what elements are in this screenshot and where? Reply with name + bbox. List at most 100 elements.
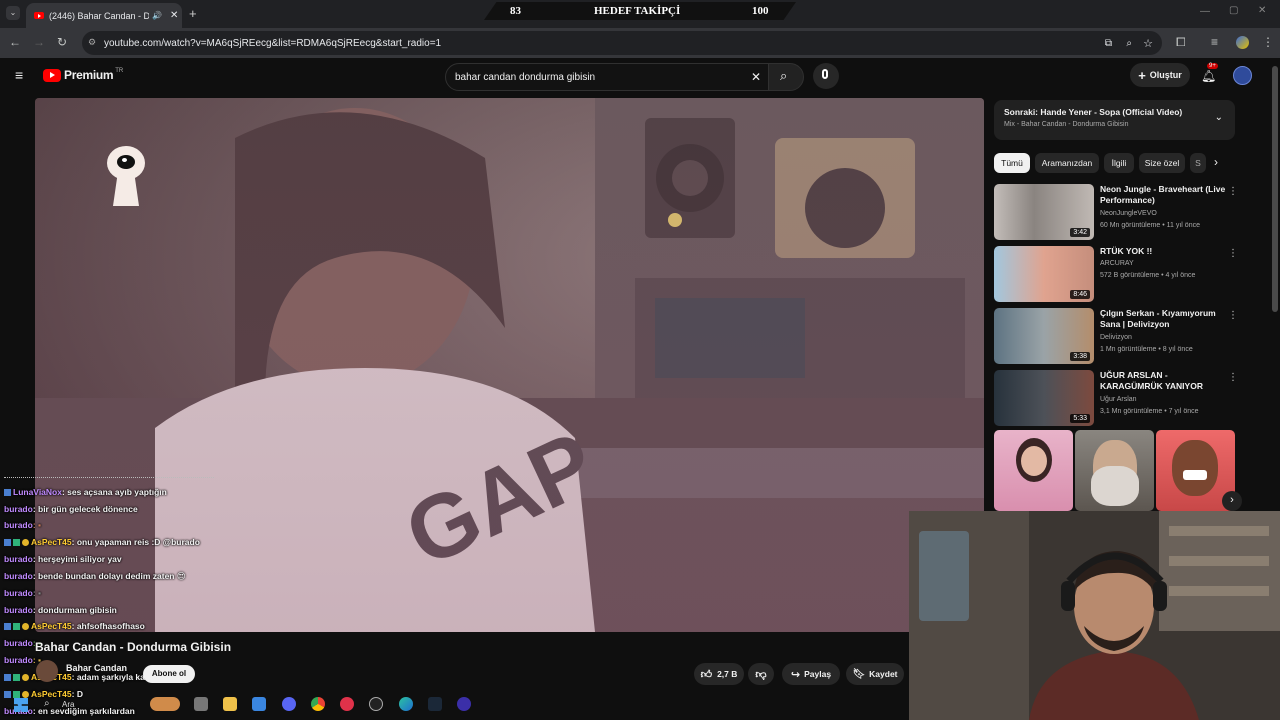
store-icon[interactable] — [252, 697, 266, 711]
thumbs-down-icon: 👎︎ — [755, 668, 767, 681]
forward-icon[interactable]: → — [33, 35, 45, 49]
account-avatar[interactable] — [1233, 66, 1252, 85]
video-title[interactable]: Çılgın Serkan - Kıyamıyorum Sana | Deliv… — [1100, 308, 1230, 330]
video-frame: GAP — [35, 98, 984, 632]
minimize-icon[interactable]: — — [1200, 6, 1210, 17]
chip-related[interactable]: İlgili — [1104, 153, 1134, 173]
more-options-icon[interactable]: ⋮ — [1228, 248, 1238, 259]
share-label: Paylaş — [804, 669, 832, 679]
tab-search-button[interactable]: ⌄ — [6, 6, 20, 20]
more-options-icon[interactable]: ⋮ — [1228, 186, 1238, 197]
discord-icon[interactable] — [282, 697, 296, 711]
channel-name[interactable]: ARCURAY — [1100, 260, 1134, 267]
chip-all[interactable]: Tümü — [994, 153, 1030, 173]
tab-title: (2446) Bahar Candan - Don — [49, 10, 149, 21]
bookmark-star-icon[interactable]: ☆ — [1143, 37, 1153, 50]
task-view-icon[interactable] — [194, 697, 208, 711]
windows-start-icon[interactable] — [14, 698, 28, 712]
tab-list-icon[interactable]: ≡ — [1211, 35, 1218, 49]
search-input[interactable]: bahar candan dondurma gibisin ✕ — [445, 63, 770, 91]
save-button[interactable]: 🔖︎ Kaydet — [846, 663, 904, 685]
extensions-icon[interactable]: ⧠ — [1176, 35, 1186, 50]
install-icon[interactable]: ⧉ — [1105, 38, 1112, 49]
new-tab-button[interactable]: + — [189, 6, 197, 21]
channel-name[interactable]: Delivizyon — [1100, 334, 1132, 341]
url-field[interactable]: ⚙ youtube.com/watch?v=MA6qSjREecg&list=R… — [82, 31, 1162, 55]
subscribe-button[interactable]: Abone ol — [143, 665, 195, 683]
media-player-icon[interactable] — [340, 697, 354, 711]
recommended-video[interactable]: 8:46 RTÜK YOK !! ARCURAY 572 B görüntüle… — [994, 246, 1244, 302]
site-info-icon[interactable]: ⚙ — [88, 37, 96, 48]
video-meta: 1 Mn görüntüleme • 8 yıl önce — [1100, 346, 1193, 353]
chips-next-icon[interactable]: › — [1214, 155, 1218, 169]
close-window-icon[interactable]: ✕ — [1258, 5, 1266, 16]
video-thumbnail[interactable]: 8:46 — [994, 246, 1094, 302]
webcam-feed — [909, 511, 1280, 720]
video-title[interactable]: RTÜK YOK !! — [1100, 246, 1230, 257]
logo-text: Premium — [64, 68, 114, 82]
video-title[interactable]: Neon Jungle - Braveheart (Live Performan… — [1100, 184, 1230, 206]
taskbar-search-icon[interactable]: ⌕ — [44, 698, 50, 709]
edge-icon[interactable] — [399, 697, 413, 711]
clear-search-icon[interactable]: ✕ — [751, 70, 761, 84]
video-title[interactable]: UĞUR ARSLAN - KARAGÜMRÜK YANIYOR — [1100, 370, 1230, 392]
recommended-video[interactable]: 3:42 Neon Jungle - Braveheart (Live Perf… — [994, 184, 1244, 240]
video-thumbnail[interactable]: 3:42 — [994, 184, 1094, 240]
recommended-video[interactable]: 5:33 UĞUR ARSLAN - KARAGÜMRÜK YANIYOR Uğ… — [994, 370, 1244, 426]
back-icon[interactable]: ← — [9, 35, 21, 49]
search-button[interactable]: ⌕ — [768, 63, 804, 91]
maximize-icon[interactable]: ▢ — [1229, 5, 1238, 16]
next-up-panel[interactable]: Sonraki: Hande Yener - Sopa (Official Vi… — [994, 100, 1235, 140]
create-button[interactable]: + Oluştur — [1130, 63, 1190, 87]
browser-tab[interactable]: (2446) Bahar Candan - Don 🔊 ✕ — [26, 3, 182, 28]
audio-icon[interactable]: 🔊 — [152, 11, 162, 20]
chip-from-search[interactable]: Aramanızdan — [1035, 153, 1099, 173]
video-meta: 572 B görüntüleme • 4 yıl önce — [1100, 272, 1196, 279]
channel-name-main[interactable]: Bahar Candan — [66, 663, 127, 673]
dislike-button[interactable]: 👎︎ — [748, 663, 774, 685]
channel-name[interactable]: NeonJungleVEVO — [1100, 210, 1157, 217]
chat-message: burado: bende bundan dolayı dedim zaten … — [4, 571, 186, 581]
chat-message: AsPecT45: ahfsofhasofhaso — [4, 621, 145, 631]
steam-icon[interactable] — [428, 697, 442, 711]
chip-for-you[interactable]: Size özel — [1139, 153, 1185, 173]
channel-avatar[interactable] — [36, 660, 58, 682]
chat-message: burado: bir gün gelecek dönence — [4, 504, 138, 514]
video-player[interactable]: GAP — [35, 98, 984, 632]
voice-search-button[interactable] — [813, 63, 839, 89]
hamburger-menu-icon[interactable]: ≡ — [15, 67, 23, 83]
shorts-next-button[interactable]: › — [1222, 491, 1242, 511]
streaming-app-icon[interactable] — [457, 697, 471, 711]
chat-message: AsPecT45: onu yapaman reis :D @burado — [4, 537, 200, 547]
expand-chevron-icon[interactable]: ⌄ — [1215, 112, 1223, 123]
taskbar-search-label[interactable]: Ara — [62, 700, 74, 709]
zoom-icon[interactable]: ⌕ — [1126, 38, 1132, 49]
browser-menu-icon[interactable]: ⋮ — [1262, 35, 1274, 49]
profile-avatar[interactable] — [1236, 36, 1249, 49]
like-button[interactable]: 👍︎ 2,7 B — [694, 663, 744, 685]
short-thumbnail[interactable] — [994, 430, 1073, 511]
video-thumbnail[interactable]: 3:38 — [994, 308, 1094, 364]
more-options-icon[interactable]: ⋮ — [1228, 372, 1238, 383]
video-meta: 3,1 Mn görüntüleme • 7 yıl önce — [1100, 408, 1199, 415]
reload-icon[interactable]: ↻ — [57, 35, 67, 49]
page-scrollbar[interactable] — [1272, 66, 1278, 312]
chrome-icon[interactable] — [311, 697, 325, 711]
recommended-video[interactable]: 3:38 Çılgın Serkan - Kıyamıyorum Sana | … — [994, 308, 1244, 364]
share-button[interactable]: ↪ Paylaş — [782, 663, 840, 685]
taskbar-widget-icon[interactable] — [150, 697, 180, 711]
notifications-button[interactable]: 🔔︎ 9+ — [1201, 63, 1218, 85]
channel-name[interactable]: Uğur Arslan — [1100, 396, 1137, 403]
app-icon[interactable] — [369, 697, 383, 711]
youtube-logo[interactable]: Premium TR — [43, 68, 123, 82]
video-thumbnail[interactable]: 5:33 — [994, 370, 1094, 426]
file-explorer-icon[interactable] — [223, 697, 237, 711]
more-options-icon[interactable]: ⋮ — [1228, 310, 1238, 321]
tab-close-icon[interactable]: ✕ — [170, 10, 178, 21]
chip-more[interactable]: S — [1190, 153, 1206, 173]
follower-goal-overlay: 83 HEDEF TAKİPÇİ 100 — [484, 2, 796, 20]
microphone-icon — [822, 69, 828, 79]
video-duration: 3:38 — [1070, 352, 1090, 361]
bell-icon: 🔔︎ — [1201, 69, 1217, 83]
short-thumbnail[interactable] — [1075, 430, 1154, 511]
